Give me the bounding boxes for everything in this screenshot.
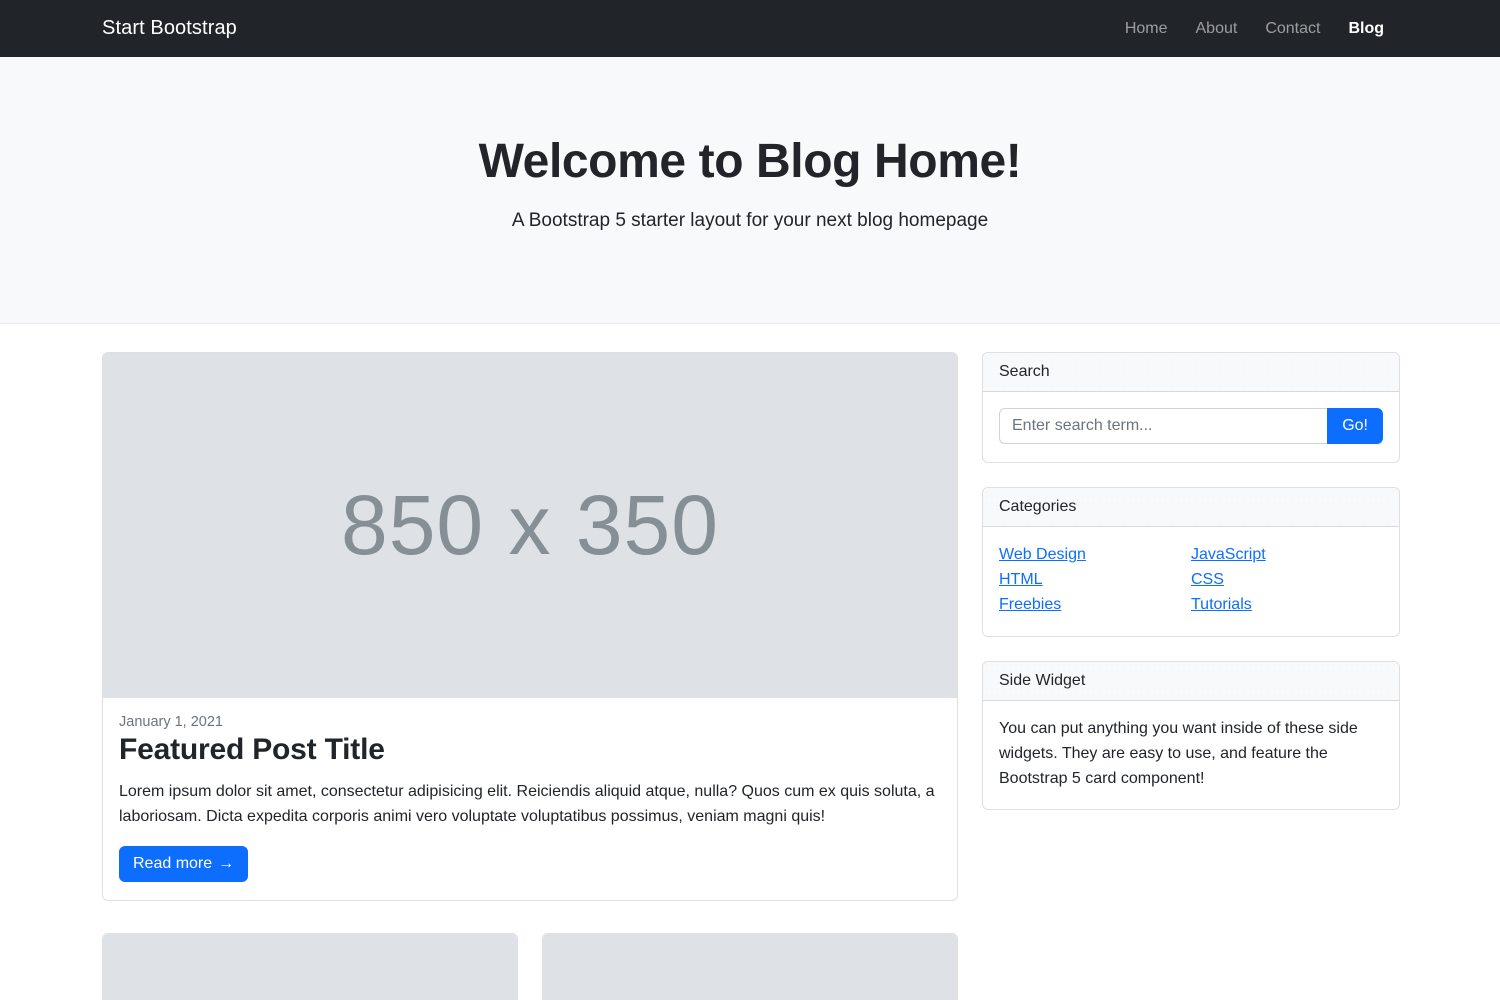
- category-link-css[interactable]: CSS: [1191, 571, 1224, 588]
- navbar-nav: Home About Contact Blog: [1111, 20, 1398, 38]
- category-item: Freebies: [999, 593, 1191, 617]
- post-card-1: 700 x 350: [102, 932, 518, 1000]
- categories-widget-header: Categories: [983, 488, 1399, 528]
- search-go-button[interactable]: Go!: [1327, 408, 1383, 445]
- post-card-2-image[interactable]: 700 x 350: [543, 933, 957, 1000]
- page-header-inner: Welcome to Blog Home! A Bootstrap 5 star…: [90, 133, 1410, 235]
- top-navbar: Start Bootstrap Home About Contact Blog: [0, 0, 1500, 57]
- category-link-web-design[interactable]: Web Design: [999, 546, 1086, 563]
- post-grid-column-1: 700 x 350: [102, 932, 518, 1000]
- category-item: Tutorials: [1191, 593, 1383, 617]
- categories-column-1: Web Design HTML Freebies: [999, 543, 1191, 618]
- category-link-freebies[interactable]: Freebies: [999, 596, 1061, 613]
- side-widget-text: You can put anything you want inside of …: [999, 720, 1358, 787]
- sidebar-column: Search Go! Categories Web Des: [982, 352, 1400, 1000]
- categories-column-2: JavaScript CSS Tutorials: [1191, 543, 1383, 618]
- page-header: Welcome to Blog Home! A Bootstrap 5 star…: [0, 57, 1500, 325]
- post-grid-row: 700 x 350 700 x 350: [102, 932, 958, 1000]
- category-item: CSS: [1191, 568, 1383, 592]
- category-item: JavaScript: [1191, 543, 1383, 567]
- side-widget-card: Side Widget You can put anything you wan…: [982, 661, 1400, 811]
- categories-widget-body: Web Design HTML Freebies JavaScript CSS …: [983, 527, 1399, 636]
- category-link-html[interactable]: HTML: [999, 571, 1043, 588]
- categories-columns: Web Design HTML Freebies JavaScript CSS …: [999, 543, 1383, 618]
- search-widget-card: Search Go!: [982, 352, 1400, 464]
- content-row: 850 x 350 January 1, 2021 Featured Post …: [102, 324, 1400, 1000]
- featured-post-card: 850 x 350 January 1, 2021 Featured Post …: [102, 352, 958, 901]
- featured-post-text: Lorem ipsum dolor sit amet, consectetur …: [119, 783, 935, 825]
- blog-entries-column: 850 x 350 January 1, 2021 Featured Post …: [102, 352, 958, 1000]
- nav-item-blog: Blog: [1334, 20, 1398, 38]
- category-item: Web Design: [999, 543, 1191, 567]
- nav-item-home: Home: [1111, 20, 1182, 38]
- navbar-brand[interactable]: Start Bootstrap: [102, 17, 237, 40]
- category-link-javascript[interactable]: JavaScript: [1191, 546, 1266, 563]
- page-subtitle: A Bootstrap 5 starter layout for your ne…: [511, 209, 989, 231]
- search-widget-body: Go!: [983, 392, 1399, 462]
- nav-item-about: About: [1182, 20, 1252, 38]
- nav-link-blog[interactable]: Blog: [1334, 12, 1398, 45]
- featured-post-body: January 1, 2021 Featured Post Title Lore…: [103, 698, 957, 900]
- nav-link-contact[interactable]: Contact: [1251, 12, 1334, 45]
- main-container: 850 x 350 January 1, 2021 Featured Post …: [90, 324, 1410, 1000]
- side-widget-body: You can put anything you want inside of …: [983, 701, 1399, 809]
- category-item: HTML: [999, 568, 1191, 592]
- read-more-label: Read more: [133, 854, 213, 872]
- post-card-2: 700 x 350: [542, 932, 958, 1000]
- search-widget-header: Search: [983, 353, 1399, 393]
- categories-list-1: Web Design HTML Freebies: [999, 543, 1191, 617]
- categories-list-2: JavaScript CSS Tutorials: [1191, 543, 1383, 617]
- featured-post-title[interactable]: Featured Post Title: [119, 732, 941, 768]
- search-input-group: Go!: [999, 408, 1383, 445]
- featured-post-image[interactable]: 850 x 350: [103, 353, 957, 699]
- page-title: Welcome to Blog Home!: [478, 135, 1022, 188]
- nav-link-home[interactable]: Home: [1111, 12, 1182, 45]
- nav-item-contact: Contact: [1251, 20, 1334, 38]
- nav-link-about[interactable]: About: [1182, 12, 1252, 45]
- search-input[interactable]: [999, 408, 1328, 445]
- arrow-right-icon: →: [218, 854, 235, 872]
- category-link-tutorials[interactable]: Tutorials: [1191, 596, 1252, 613]
- navbar-inner: Start Bootstrap Home About Contact Blog: [90, 17, 1410, 40]
- read-more-button[interactable]: Read more →: [119, 845, 249, 882]
- categories-widget-card: Categories Web Design HTML Freebies Java…: [982, 487, 1400, 638]
- post-grid-column-2: 700 x 350: [542, 932, 958, 1000]
- side-widget-header: Side Widget: [983, 662, 1399, 702]
- featured-post-date: January 1, 2021: [119, 714, 223, 731]
- post-card-1-image[interactable]: 700 x 350: [103, 933, 517, 1000]
